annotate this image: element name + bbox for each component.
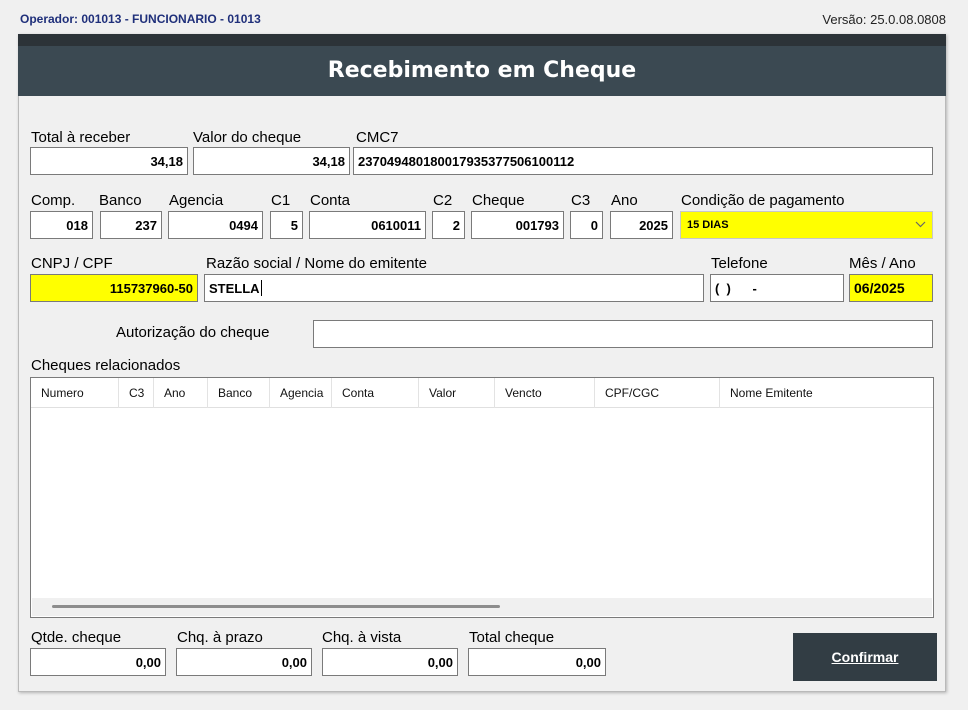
telefone-label: Telefone	[711, 255, 768, 272]
razao-social-value: STELLA	[209, 280, 260, 296]
cheques-grid[interactable]: Numero C3 Ano Banco Agencia Conta Valor …	[30, 377, 934, 618]
condicao-pagamento-value: 15 DIAS	[687, 219, 729, 231]
c1-field[interactable]: 5	[270, 211, 303, 239]
column-header-valor[interactable]: Valor	[419, 378, 495, 408]
grid-header: Numero C3 Ano Banco Agencia Conta Valor …	[31, 378, 933, 408]
autorizacao-label: Autorização do cheque	[116, 324, 270, 341]
cheque-number-label: Cheque	[472, 192, 525, 209]
column-header-numero[interactable]: Numero	[31, 378, 119, 408]
total-cheque-label: Total cheque	[469, 629, 555, 646]
conta-field[interactable]: 0610011	[309, 211, 426, 239]
c2-field[interactable]: 2	[432, 211, 465, 239]
version-info: Versão: 25.0.08.0808	[822, 12, 946, 27]
chq-prazo-label: Chq. à prazo	[177, 629, 263, 646]
c3-field[interactable]: 0	[570, 211, 603, 239]
autorizacao-field[interactable]	[313, 320, 933, 348]
mes-ano-field[interactable]: 06/2025	[849, 274, 933, 302]
telefone-field[interactable]: ( ) -	[710, 274, 844, 302]
cmc7-field[interactable]: 237049480180017935377506100112	[353, 147, 933, 175]
valor-cheque-field[interactable]: 34,18	[193, 147, 350, 175]
chq-prazo-field[interactable]: 0,00	[176, 648, 312, 676]
chq-vista-label: Chq. à vista	[322, 629, 402, 646]
c3-label: C3	[571, 192, 591, 209]
condicao-pagamento-label: Condição de pagamento	[681, 192, 845, 209]
confirm-button[interactable]: Confirmar	[793, 633, 937, 681]
chevron-down-icon	[915, 219, 926, 231]
cheques-relacionados-label: Cheques relacionados	[31, 357, 181, 374]
valor-cheque-label: Valor do cheque	[193, 129, 302, 146]
operator-info: Operador: 001013 - FUNCIONARIO - 01013	[20, 12, 261, 26]
chq-vista-field[interactable]: 0,00	[322, 648, 458, 676]
column-header-vencto[interactable]: Vencto	[495, 378, 595, 408]
cheque-number-field[interactable]: 001793	[471, 211, 564, 239]
ano-field[interactable]: 2025	[610, 211, 673, 239]
c2-label: C2	[433, 192, 453, 209]
razao-social-label: Razão social / Nome do emitente	[206, 255, 427, 272]
mes-ano-label: Mês / Ano	[849, 255, 916, 272]
cnpj-cpf-label: CNPJ / CPF	[31, 255, 113, 272]
scrollbar-thumb[interactable]	[52, 605, 500, 608]
banco-field[interactable]: 237	[100, 211, 162, 239]
razao-social-field[interactable]: STELLA	[204, 274, 704, 302]
total-cheque-field[interactable]: 0,00	[468, 648, 606, 676]
dialog-title: Recebimento em Cheque	[18, 46, 946, 96]
column-header-banco[interactable]: Banco	[208, 378, 270, 408]
condicao-pagamento-select[interactable]: 15 DIAS	[680, 211, 933, 239]
banco-label: Banco	[99, 192, 142, 209]
cmc7-label: CMC7	[356, 129, 399, 146]
c1-label: C1	[271, 192, 291, 209]
agencia-label: Agencia	[169, 192, 224, 209]
window-top-strip	[18, 34, 946, 46]
qtde-cheque-field[interactable]: 0,00	[30, 648, 166, 676]
column-header-conta[interactable]: Conta	[332, 378, 419, 408]
column-header-agencia[interactable]: Agencia	[270, 378, 332, 408]
comp-label: Comp.	[31, 192, 76, 209]
column-header-nome-emitente[interactable]: Nome Emitente	[720, 378, 933, 408]
cnpj-cpf-field[interactable]: 115737960-50	[30, 274, 198, 302]
column-header-cpf-cgc[interactable]: CPF/CGC	[595, 378, 720, 408]
column-header-c3[interactable]: C3	[119, 378, 154, 408]
comp-field[interactable]: 018	[30, 211, 93, 239]
ano-label: Ano	[611, 192, 638, 209]
total-receber-label: Total à receber	[31, 129, 131, 146]
total-receber-field[interactable]: 34,18	[30, 147, 188, 175]
text-caret	[260, 280, 262, 296]
qtde-cheque-label: Qtde. cheque	[31, 629, 122, 646]
agencia-field[interactable]: 0494	[168, 211, 263, 239]
conta-label: Conta	[310, 192, 351, 209]
horizontal-scrollbar[interactable]	[32, 598, 932, 616]
column-header-ano[interactable]: Ano	[154, 378, 208, 408]
